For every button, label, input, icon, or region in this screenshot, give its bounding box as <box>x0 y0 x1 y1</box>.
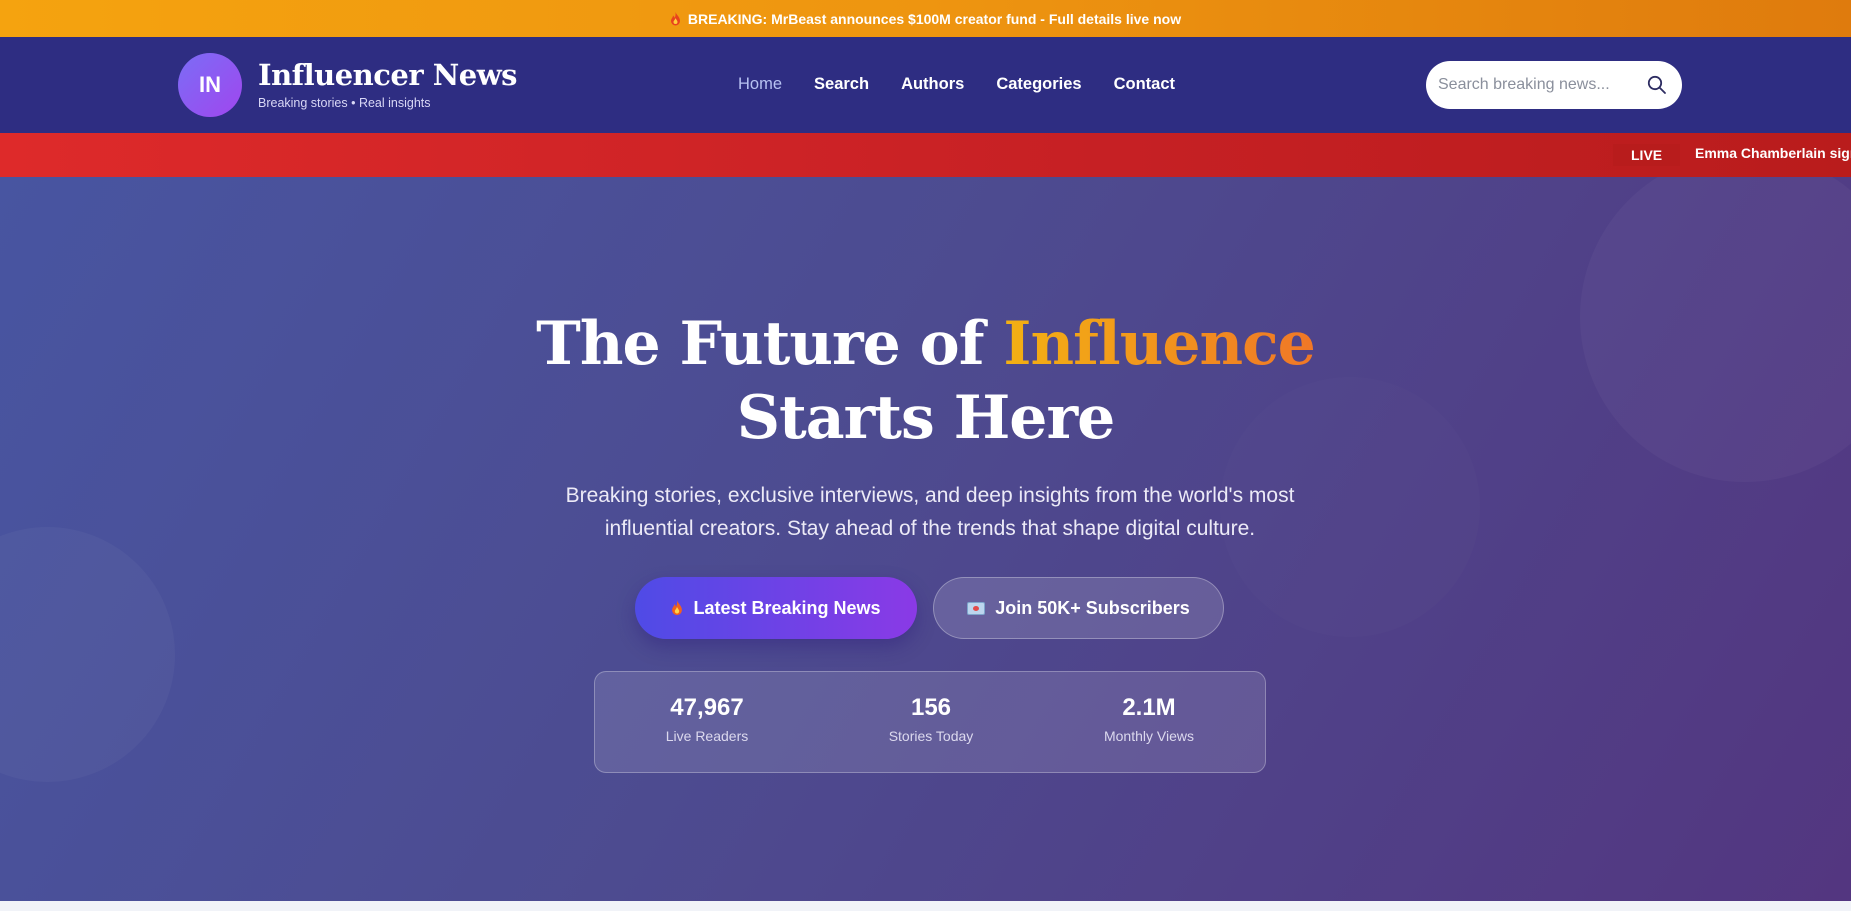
search-icon[interactable] <box>1646 74 1668 96</box>
site-header: IN Influencer News Breaking stories • Re… <box>0 37 1851 133</box>
logo-initials: IN <box>199 72 221 97</box>
hero-section: The Future of Influence Starts Here Brea… <box>0 177 1851 901</box>
search-box <box>1426 61 1682 109</box>
nav-home[interactable]: Home <box>738 75 782 94</box>
nav-contact[interactable]: Contact <box>1114 75 1175 94</box>
hero-title-accent: Influence <box>1003 309 1315 379</box>
stat-label: Stories Today <box>888 728 974 744</box>
breaking-banner-text: BREAKING: MrBeast announces $100M creato… <box>687 10 1182 27</box>
hero-subtitle: Breaking stories, exclusive interviews, … <box>565 484 1295 540</box>
live-ticker: LIVE Emma Chamberlain signs <box>0 133 1851 177</box>
live-ticker-text[interactable]: Emma Chamberlain signs <box>1695 145 1851 161</box>
breaking-banner[interactable]: BREAKING: MrBeast announces $100M creato… <box>0 0 1851 37</box>
stat-label: Monthly Views <box>1103 728 1194 744</box>
nav-categories[interactable]: Categories <box>996 75 1081 94</box>
search-input[interactable] <box>1438 61 1638 109</box>
stat-value: 2.1M <box>1122 694 1176 721</box>
stat-label: Live Readers <box>665 728 749 744</box>
nav-authors[interactable]: Authors <box>901 75 964 94</box>
logo-badge[interactable]: IN <box>178 53 242 117</box>
stat-value: 156 <box>910 694 952 721</box>
stat-value: 47,967 <box>670 694 744 721</box>
stats-panel: 47,967 Live Readers 156 Stories Today 2.… <box>594 671 1266 773</box>
mail-icon <box>967 601 986 615</box>
fire-icon <box>670 11 680 25</box>
brand-tagline: Breaking stories • Real insights <box>258 96 431 110</box>
page-content-edge <box>0 901 1851 911</box>
fire-icon <box>672 600 683 616</box>
stat-monthly-views: 2.1M Monthly Views <box>1049 694 1249 744</box>
hero-title-part1: The Future of <box>536 309 1004 379</box>
latest-news-button[interactable]: Latest Breaking News <box>635 577 917 639</box>
subscribe-button-label: Join 50K+ Subscribers <box>995 597 1190 618</box>
live-badge: LIVE <box>1613 144 1681 166</box>
main-nav: Home Search Authors Categories Contact <box>738 75 1175 94</box>
brand-name[interactable]: Influencer News <box>258 58 518 92</box>
hero-title: The Future of Influence Starts Here <box>0 307 1851 455</box>
stat-stories-today: 156 Stories Today <box>831 694 1031 744</box>
hero-title-part2: Starts Here <box>736 383 1116 453</box>
latest-news-button-label: Latest Breaking News <box>693 597 881 618</box>
subscribe-button[interactable]: Join 50K+ Subscribers <box>933 577 1224 639</box>
nav-search[interactable]: Search <box>814 75 869 94</box>
stat-live-readers: 47,967 Live Readers <box>607 694 807 744</box>
decorative-circle <box>0 527 175 782</box>
